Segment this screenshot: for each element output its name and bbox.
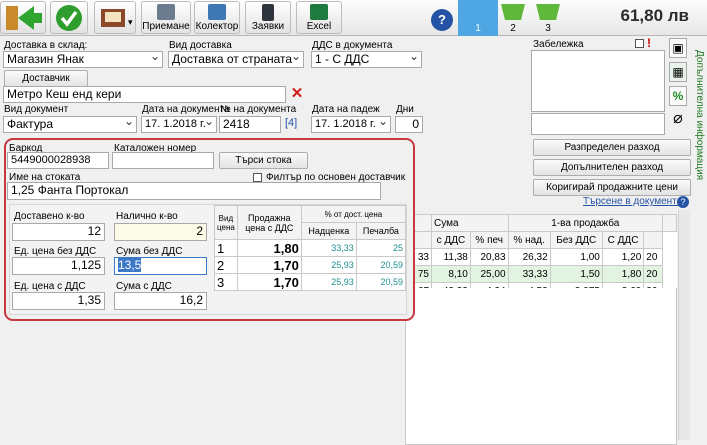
note-extra-field[interactable]: [531, 113, 665, 135]
unit-price-vat-field[interactable]: 1,35: [12, 292, 105, 310]
tab-2[interactable]: 2: [498, 0, 528, 36]
filter-checkbox[interactable]: [253, 173, 262, 182]
additional-cost-button[interactable]: Допълнителен разход: [533, 159, 691, 176]
delivery-type-select[interactable]: Доставка от страната: [168, 51, 304, 68]
item-name-field[interactable]: 1,25 Фанта Портокал: [7, 182, 381, 200]
checkmark-icon: [56, 5, 82, 31]
confirm-button[interactable]: [50, 1, 88, 34]
sum-no-vat-value: 13,5: [118, 258, 142, 272]
doc-no-field[interactable]: 2418: [219, 116, 281, 133]
sale-price-cell[interactable]: 1,70: [236, 256, 302, 274]
note-label: Забележка: [533, 39, 584, 50]
search-document-link[interactable]: Търсене в документа: [583, 196, 682, 207]
price-type-header: Вид цена: [214, 205, 238, 240]
table-row[interactable]: 75 8,10 25,00 33,33 1,50 1,80 20: [405, 265, 677, 283]
distributed-cost-button[interactable]: Разпределен разход: [533, 139, 691, 156]
save-icon[interactable]: ▣: [669, 38, 687, 58]
excel-icon: [310, 4, 328, 20]
back-arrow-icon: [6, 6, 42, 30]
col-header: % печ: [469, 231, 509, 249]
note-textarea[interactable]: [531, 50, 665, 112]
days-label: Дни: [396, 104, 414, 115]
clear-supplier-icon[interactable]: ✕: [289, 86, 305, 102]
sale-price-header: Продажна цена с ДДС: [236, 205, 302, 240]
pct-header: % от дост. цена: [300, 205, 407, 223]
tab-1[interactable]: 1: [458, 0, 498, 36]
col-header: С ДДС: [601, 231, 645, 249]
vat-select[interactable]: 1 - С ДДС: [311, 51, 422, 68]
table-row[interactable]: 33 11,38 20,83 26,32 1,00 1,20 20: [405, 248, 677, 266]
sum-vat-field[interactable]: 16,2: [114, 292, 207, 310]
collector-button[interactable]: Колектор: [194, 1, 240, 34]
unit-price-field[interactable]: 1,125: [12, 257, 105, 275]
toolbar: ▾ Приемане Колектор Заявки Excel ? 1 2 3…: [0, 0, 707, 36]
doc-no-label: № на документа: [220, 104, 297, 115]
price-row[interactable]: 3 1,70 25,93 20,59: [214, 273, 407, 291]
price-table: Вид цена Продажна цена с ДДС % от дост. …: [214, 205, 407, 291]
collector-icon: [208, 4, 226, 20]
doc-type-select[interactable]: Фактура: [3, 116, 137, 133]
sum-vat-label: Сума с ДДС: [116, 281, 172, 292]
doc-type-label: Вид документ: [4, 104, 69, 115]
doc-date-label: Дата на документа: [142, 104, 230, 115]
sum-no-vat-field[interactable]: 13,5: [114, 257, 207, 275]
col-header: Без ДДС: [549, 231, 603, 249]
catalog-field[interactable]: [112, 152, 214, 169]
correct-prices-button[interactable]: Коригирай продажните цени: [533, 179, 691, 196]
vat-label: ДДС в документа: [312, 40, 393, 51]
price-row[interactable]: 1 1,80 33,33 25: [214, 239, 407, 257]
sale-price-cell[interactable]: 1,70: [236, 273, 302, 291]
vertical-info-label[interactable]: Допълнителна информация: [692, 50, 705, 330]
help-icon[interactable]: ?: [431, 9, 453, 31]
svg-text:▾: ▾: [128, 18, 133, 28]
warehouse-label: Доставка в склад:: [4, 40, 88, 51]
available-qty-field: 2: [114, 223, 207, 241]
margin-header: Печалба: [355, 222, 407, 240]
receive-button[interactable]: Приемане: [141, 1, 191, 34]
note-flag-icon: !: [647, 36, 651, 50]
supplier-button[interactable]: Доставчик: [4, 70, 88, 87]
paperclip-icon[interactable]: ⌀: [669, 110, 687, 130]
price-row[interactable]: 2 1,70 25,93 20,59: [214, 256, 407, 274]
due-date-label: Дата на падеж: [312, 104, 380, 115]
basket-icon: [536, 4, 560, 20]
printer-icon: ▾: [101, 9, 133, 28]
sale-price-cell[interactable]: 1,80: [236, 239, 302, 257]
doc-link[interactable]: [4]: [285, 117, 297, 129]
sum-header: Сума: [431, 214, 509, 232]
days-field[interactable]: 0: [395, 116, 423, 133]
delivery-type-label: Вид доставка: [169, 40, 232, 51]
search-item-button[interactable]: Търси стока: [219, 152, 308, 169]
scrollbar[interactable]: [678, 210, 690, 440]
doc-date-picker[interactable]: 17. 1.2018 г.: [141, 116, 217, 133]
phone-icon: [262, 4, 274, 21]
sale-header: 1-ва продажба: [507, 214, 664, 232]
col-header: с ДДС: [431, 231, 471, 249]
delivered-qty-label: Доставено к-во: [14, 211, 85, 222]
excel-button[interactable]: Excel: [296, 1, 342, 34]
markup-header: Надценка: [300, 222, 357, 240]
note-checkbox[interactable]: [635, 39, 644, 48]
supplier-field[interactable]: Метро Кеш енд кери: [3, 86, 286, 103]
percent-icon[interactable]: %: [669, 86, 687, 106]
back-button[interactable]: [0, 1, 46, 34]
due-date-picker[interactable]: 17. 1.2018 г.: [311, 116, 391, 133]
sum-no-vat-label: Сума без ДДС: [116, 246, 183, 257]
unit-price-vat-label: Ед. цена с ДДС: [14, 281, 86, 292]
orders-button[interactable]: Заявки: [245, 1, 291, 34]
delivered-qty-field[interactable]: 12: [12, 223, 105, 241]
calculator-icon[interactable]: ▦: [669, 62, 687, 82]
basket-icon: [501, 4, 525, 20]
print-button[interactable]: ▾: [94, 1, 136, 34]
warehouse-select[interactable]: Магазин Янак: [3, 51, 163, 68]
table-empty-area: [405, 288, 677, 445]
total-amount: 61,80 лв: [620, 6, 689, 25]
tab-3[interactable]: 3: [533, 0, 563, 36]
unit-price-label: Ед. цена без ДДС: [14, 246, 97, 257]
help-small-icon[interactable]: ?: [677, 196, 689, 208]
available-qty-label: Налично к-во: [116, 211, 178, 222]
col-header: % над.: [507, 231, 551, 249]
receive-icon: [157, 4, 175, 20]
barcode-field[interactable]: 5449000028938: [7, 152, 109, 169]
